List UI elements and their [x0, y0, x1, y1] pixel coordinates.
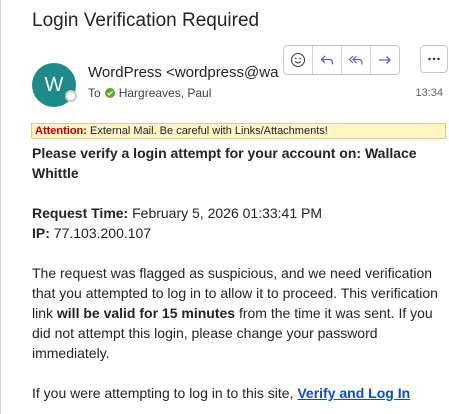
more-actions-button[interactable]	[420, 45, 448, 73]
to-label: To	[88, 86, 101, 100]
reply-button[interactable]	[313, 46, 342, 74]
presence-status-icon	[65, 90, 77, 102]
body-heading: Please verify a login attempt for your a…	[32, 145, 417, 181]
reply-all-button[interactable]	[342, 46, 371, 74]
verify-text: If you were attempting to log in to this…	[32, 385, 298, 401]
email-reading-pane: Login Verification Required W WordPress …	[0, 0, 449, 414]
message-actions	[283, 45, 400, 75]
ip-value: 77.103.200.107	[49, 225, 152, 241]
request-time-label: Request Time:	[32, 205, 129, 221]
email-body: Please verify a login attempt for your a…	[32, 143, 446, 403]
recipient-name[interactable]: Hargreaves, Paul	[119, 86, 212, 100]
emoji-icon	[290, 52, 306, 68]
more-icon	[428, 57, 440, 61]
ip-line: IP: 77.103.200.107	[32, 223, 446, 243]
body-paragraph: The request was flagged as suspicious, a…	[32, 263, 446, 363]
forward-icon	[379, 56, 391, 64]
received-time: 13:34	[415, 87, 443, 99]
forward-button[interactable]	[371, 46, 399, 74]
verify-paragraph: If you were attempting to log in to this…	[32, 383, 446, 403]
avatar-initial: W	[44, 73, 64, 96]
sender-name[interactable]: WordPress <wordpress@wa	[88, 64, 278, 81]
ip-label: IP:	[32, 225, 50, 241]
verify-login-link[interactable]: Verify and Log In	[297, 385, 410, 401]
external-mail-banner: Attention: External Mail. Be careful wit…	[31, 123, 446, 139]
request-time-value: February 5, 2026 01:33:41 PM	[128, 205, 323, 221]
banner-text: External Mail. Be careful with Links/Att…	[86, 125, 328, 137]
email-subject: Login Verification Required	[32, 10, 260, 31]
validity-notice: will be valid for 15 minutes	[56, 305, 236, 321]
reply-all-icon	[348, 55, 363, 65]
banner-attention-label: Attention:	[35, 125, 87, 137]
emoji-react-button[interactable]	[284, 46, 313, 74]
available-status-icon	[104, 88, 115, 98]
reply-icon	[320, 55, 334, 65]
request-time-line: Request Time: February 5, 2026 01:33:41 …	[32, 203, 446, 223]
recipient-line: To Hargreaves, Paul	[88, 86, 211, 100]
